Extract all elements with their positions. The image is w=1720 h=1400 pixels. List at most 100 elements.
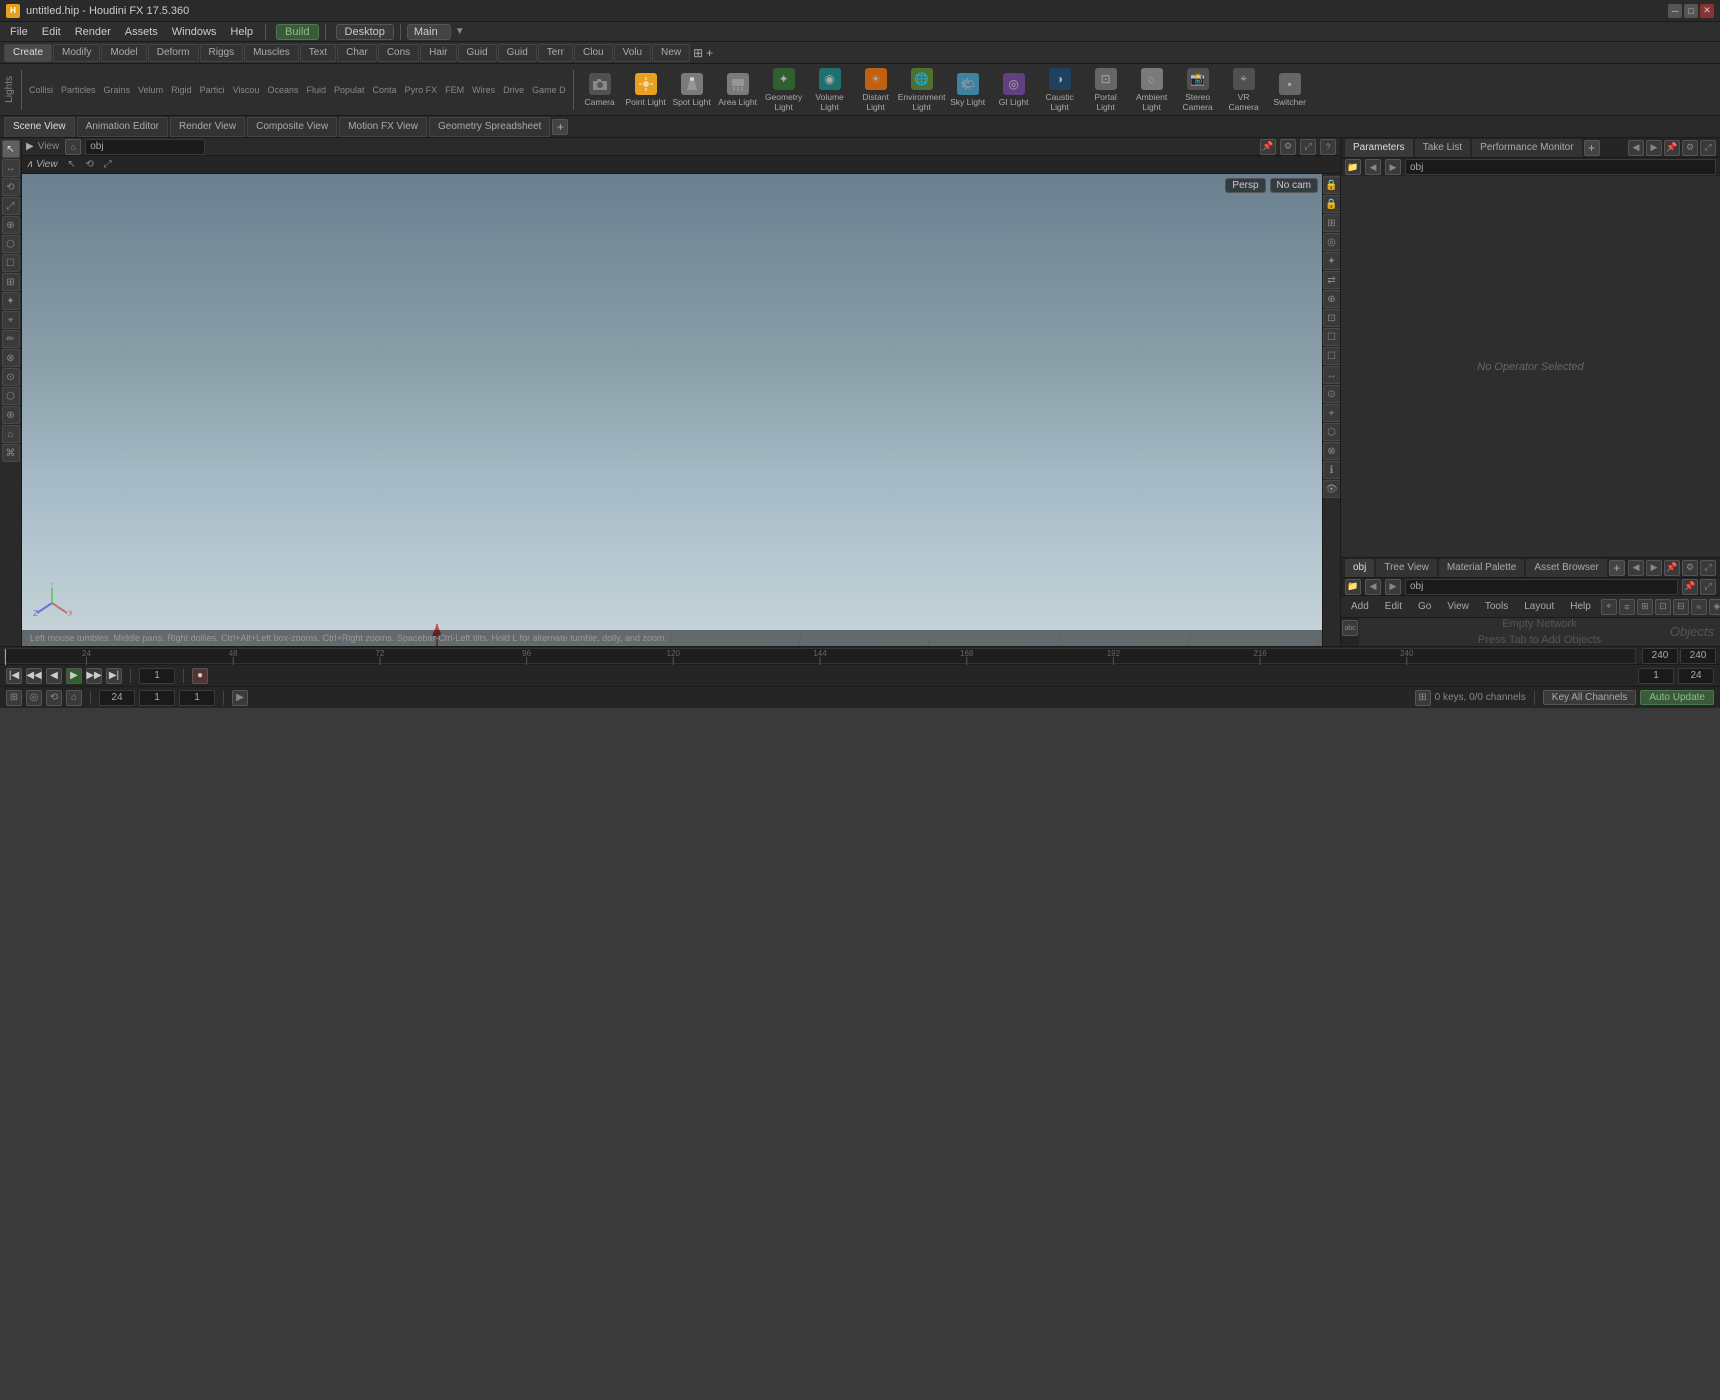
tool-switcher[interactable]: ▪ Switcher — [1268, 67, 1312, 113]
right-tool-snap2[interactable]: ✦ — [1323, 252, 1341, 270]
tool-move[interactable]: ↔ — [2, 159, 20, 177]
tool-view2[interactable]: ⊙ — [2, 368, 20, 386]
transport-prev[interactable]: ◀ — [46, 668, 62, 684]
network-icon-4[interactable]: ⊡ — [1655, 599, 1671, 615]
end-frame-input[interactable]: 240 — [1642, 648, 1678, 664]
tool-spot-light[interactable]: Spot Light — [670, 67, 714, 113]
close-button[interactable]: ✕ — [1700, 4, 1714, 18]
tool-geometry-light[interactable]: ✦ Geometry Light — [762, 67, 806, 113]
right-tool-info[interactable]: ℹ — [1323, 461, 1341, 479]
network-pin[interactable]: 📌 — [1664, 560, 1680, 576]
tool-env-light[interactable]: 🌐 Environment Light — [900, 67, 944, 113]
tab-geometry-spreadsheet[interactable]: Geometry Spreadsheet — [429, 117, 550, 137]
network-menu-go[interactable]: Go — [1412, 598, 1437, 616]
tab-render-view[interactable]: Render View — [170, 117, 245, 137]
start-frame-input[interactable]: 1 — [1638, 668, 1674, 684]
shelf-tab-model[interactable]: Model — [101, 44, 146, 62]
viewport-help-btn[interactable]: ? — [1320, 139, 1336, 155]
bottom-icon-1[interactable]: ⊞ — [6, 690, 22, 706]
shelf-tab-create[interactable]: Create — [4, 44, 52, 62]
minimize-button[interactable]: ─ — [1668, 4, 1682, 18]
menu-help[interactable]: Help — [224, 23, 259, 41]
shelf-add[interactable]: + — [706, 46, 713, 60]
network-path-expand[interactable]: ⤢ — [1700, 579, 1716, 595]
bottom-icon-2[interactable]: ◎ — [26, 690, 42, 706]
tool-distant-light[interactable]: ☀ Distant Light — [854, 67, 898, 113]
tool-volume-light[interactable]: ◉ Volume Light — [808, 67, 852, 113]
view-tool-2[interactable]: ⟲ — [82, 157, 98, 173]
shelf-tab-new[interactable]: New — [652, 44, 690, 62]
nocam-button[interactable]: No cam — [1270, 178, 1318, 193]
transport-start[interactable]: |◀ — [6, 668, 22, 684]
tool-hier[interactable]: ⬡ — [2, 387, 20, 405]
network-nav-back[interactable]: ◀ — [1628, 560, 1644, 576]
params-path-back[interactable]: ◀ — [1365, 159, 1381, 175]
network-tab-add[interactable]: + — [1609, 560, 1625, 576]
bottom-icon-3[interactable]: ⟲ — [46, 690, 62, 706]
net-side-abc[interactable]: abc — [1342, 620, 1358, 636]
right-tool-x[interactable]: ⊗ — [1323, 442, 1341, 460]
maximize-button[interactable]: □ — [1684, 4, 1698, 18]
tool-portal-light[interactable]: ⊡ Portal Light — [1084, 67, 1128, 113]
auto-update-button[interactable]: Auto Update — [1640, 690, 1714, 705]
params-tab-perf-monitor[interactable]: Performance Monitor — [1472, 139, 1581, 157]
params-path-input[interactable] — [1405, 159, 1716, 175]
right-tool-circ[interactable]: ⊙ — [1323, 385, 1341, 403]
network-tab-obj[interactable]: obj — [1345, 559, 1374, 577]
transport-prev-key[interactable]: ◀◀ — [26, 668, 42, 684]
network-settings[interactable]: ⚙ — [1682, 560, 1698, 576]
menu-render[interactable]: Render — [69, 23, 117, 41]
end-frame-input2[interactable]: 240 — [1680, 648, 1716, 664]
fps-input[interactable]: 24 — [1678, 668, 1714, 684]
shelf-expand[interactable]: ⊞ — [693, 46, 703, 60]
menu-assets[interactable]: Assets — [119, 23, 164, 41]
shelf-tab-char[interactable]: Char — [337, 44, 377, 62]
right-tool-box2[interactable]: ⊡ — [1323, 309, 1341, 327]
tool-home[interactable]: ⌂ — [2, 425, 20, 443]
params-maximize[interactable]: ⤢ — [1700, 140, 1716, 156]
viewport-maximize-btn[interactable]: ⤢ — [1300, 139, 1316, 155]
view-tool-1[interactable]: ↖ — [64, 157, 80, 173]
shelf-tab-guid2[interactable]: Guid — [498, 44, 537, 62]
network-path-fwd[interactable]: ▶ — [1385, 579, 1401, 595]
tool-vr-camera[interactable]: ⌖ VR Camera — [1222, 67, 1266, 113]
tool-grid-select[interactable]: ⊞ — [2, 273, 20, 291]
shelf-tab-muscles[interactable]: Muscles — [244, 44, 299, 62]
current-frame-input[interactable]: 1 — [139, 668, 175, 684]
shelf-tab-riggs[interactable]: Riggs — [200, 44, 244, 62]
tool-cmd[interactable]: ⌘ — [2, 444, 20, 462]
tool-box[interactable]: ☐ — [2, 254, 20, 272]
view-tool-3[interactable]: ⤢ — [100, 157, 116, 173]
tab-motion-fx[interactable]: Motion FX View — [339, 117, 427, 137]
network-menu-tools[interactable]: Tools — [1479, 598, 1514, 616]
network-icon-2[interactable]: ≡ — [1619, 599, 1635, 615]
network-menu-help[interactable]: Help — [1564, 598, 1597, 616]
right-tool-arr[interactable]: ↔ — [1323, 366, 1341, 384]
params-tab-take-list[interactable]: Take List — [1415, 139, 1470, 157]
menu-file[interactable]: File — [4, 23, 34, 41]
network-path-input[interactable] — [1405, 579, 1678, 595]
tool-caustic-light[interactable]: ◑ Caustic Light — [1038, 67, 1082, 113]
tool-append[interactable]: ⊕ — [2, 216, 20, 234]
right-tool-hex[interactable]: ⬡ — [1323, 423, 1341, 441]
fps-display[interactable]: 24 — [99, 690, 135, 706]
tab-composite-view[interactable]: Composite View — [247, 117, 337, 137]
network-menu-edit[interactable]: Edit — [1379, 598, 1408, 616]
tool-gi-light[interactable]: ◎ GI Light — [992, 67, 1036, 113]
viewport-pin-btn[interactable]: 📌 — [1260, 139, 1276, 155]
network-path-pin2[interactable]: 📌 — [1682, 579, 1698, 595]
shelf-tab-guid1[interactable]: Guid — [458, 44, 497, 62]
right-tool-grid[interactable]: ⊞ — [1323, 214, 1341, 232]
right-tool-plus[interactable]: ⊕ — [1323, 290, 1341, 308]
viewport-3d[interactable]: Persp No cam Left mouse tumbles. Middle … — [22, 174, 1322, 646]
timeline-ruler[interactable]: 24 48 72 96 120 144 168 192 216 240 — [4, 648, 1636, 664]
main-dropdown[interactable]: Main — [407, 24, 451, 40]
right-tool-crs[interactable]: ⌖ — [1323, 404, 1341, 422]
key-all-channels-button[interactable]: Key All Channels — [1543, 690, 1637, 705]
right-tool-lock[interactable]: 🔒 — [1323, 176, 1341, 194]
network-tab-tree[interactable]: Tree View — [1376, 559, 1436, 577]
right-tool-sq[interactable]: ☐ — [1323, 328, 1341, 346]
params-nav-forward[interactable]: ▶ — [1646, 140, 1662, 156]
frame-display[interactable]: 1 — [139, 690, 175, 706]
transport-next[interactable]: ▶▶ — [86, 668, 102, 684]
